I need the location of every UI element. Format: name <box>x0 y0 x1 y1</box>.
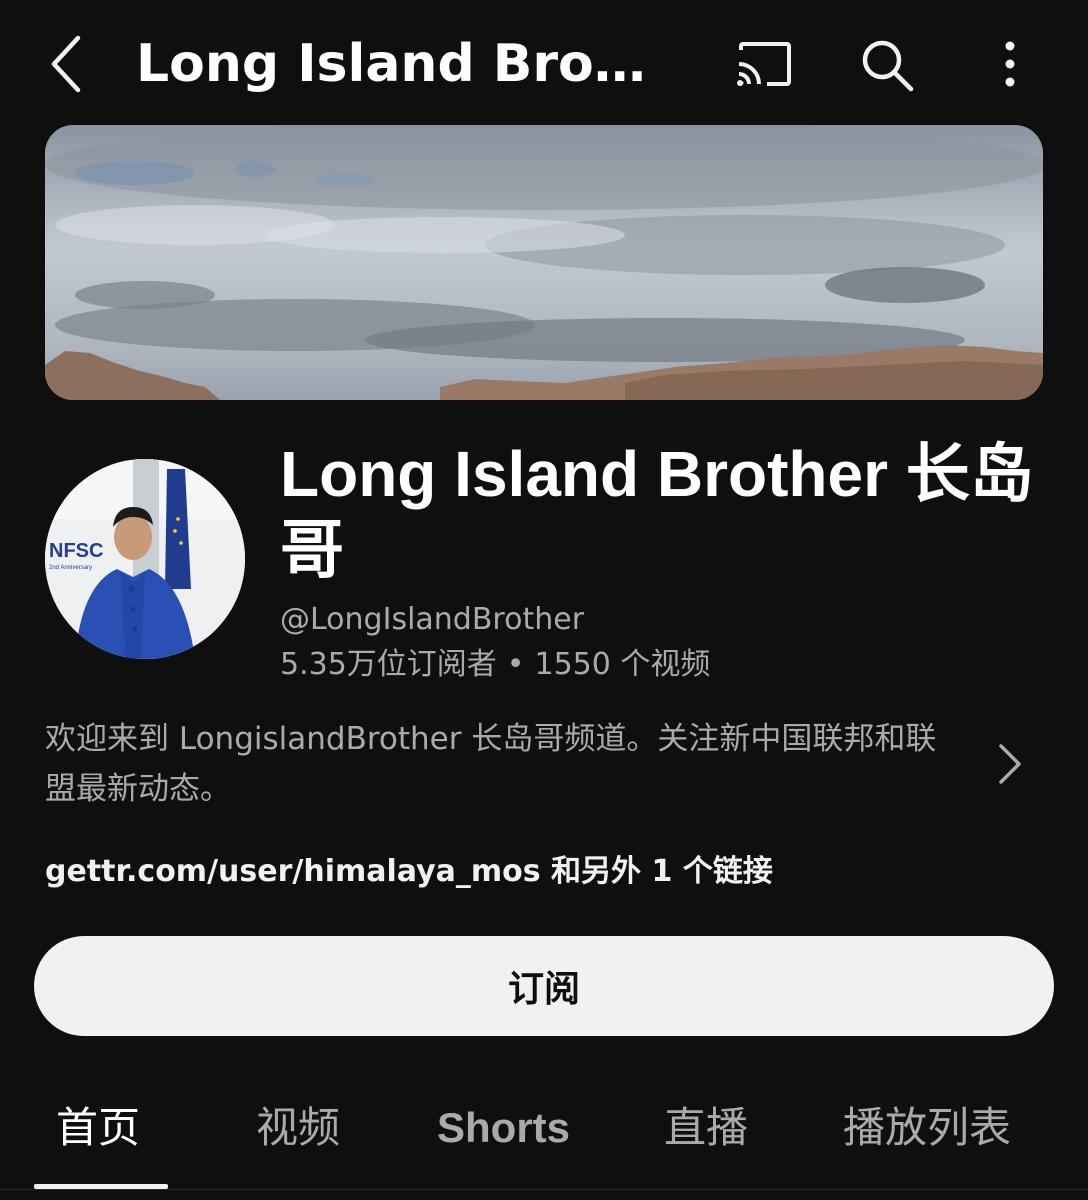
banner-image <box>45 125 1043 400</box>
tab-shorts[interactable]: Shorts <box>437 1098 570 1158</box>
channel-description-row[interactable]: 欢迎来到 LongislandBrother 长岛哥频道。关注新中国联邦和联盟最… <box>45 714 1045 814</box>
tab-videos[interactable]: 视频 <box>256 1098 340 1158</box>
channel-description: 欢迎来到 LongislandBrother 长岛哥频道。关注新中国联邦和联盟最… <box>45 721 937 807</box>
search-icon <box>862 40 914 92</box>
channel-tabs: 首页 视频 Shorts 直播 播放列表 <box>0 1090 1088 1200</box>
tab-playlists[interactable]: 播放列表 <box>843 1098 1011 1158</box>
more-options-button[interactable] <box>975 30 1045 100</box>
cast-icon <box>737 42 791 86</box>
channel-stats: 5.35万位订阅者 • 1550 个视频 <box>280 644 710 686</box>
more-vert-icon <box>1005 41 1015 87</box>
channel-handle: @LongIslandBrother <box>280 602 585 637</box>
subscribe-button[interactable]: 订阅 <box>34 936 1054 1036</box>
avatar-image: NFSC 2nd Anniversary <box>45 459 245 659</box>
back-button[interactable] <box>36 28 96 100</box>
description-expand-button[interactable] <box>985 734 1035 794</box>
search-button[interactable] <box>852 30 922 100</box>
avatar-sign-text: NFSC <box>49 540 103 562</box>
tab-home[interactable]: 首页 <box>56 1098 140 1158</box>
tabs-divider <box>0 1189 1088 1190</box>
video-count: 1550 个视频 <box>534 647 711 682</box>
channel-links[interactable]: gettr.com/user/himalaya_mos 和另外 1 个链接 <box>45 850 773 894</box>
active-tab-indicator <box>34 1184 168 1189</box>
tab-live[interactable]: 直播 <box>664 1098 748 1158</box>
channel-name: Long Island Brother 长岛哥 <box>280 438 1034 586</box>
channel-banner <box>45 125 1043 400</box>
stats-separator: • <box>506 647 525 682</box>
top-app-bar: Long Island Broth... <box>0 0 1088 128</box>
back-arrow-icon <box>51 35 81 93</box>
cast-button[interactable] <box>728 30 798 100</box>
channel-avatar[interactable]: NFSC 2nd Anniversary <box>45 459 245 659</box>
app-bar-title: Long Island Broth... <box>136 34 656 94</box>
chevron-right-icon <box>999 744 1021 784</box>
avatar-sign-subtext: 2nd Anniversary <box>49 565 92 571</box>
subscriber-count: 5.35万位订阅者 <box>280 647 497 682</box>
